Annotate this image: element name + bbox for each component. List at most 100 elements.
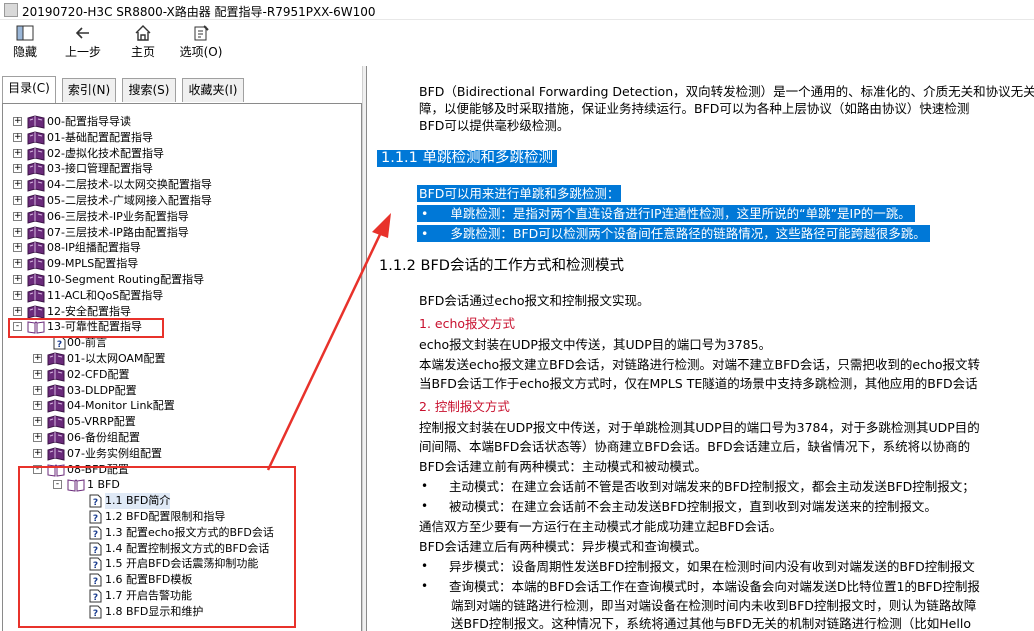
tab-contents[interactable]: 目录(C)	[2, 76, 56, 104]
book-icon	[27, 131, 45, 145]
expand-icon[interactable]: +	[13, 132, 22, 142]
para-4: 当BFD会话工作于echo报文方式时，仅在MPLS TE隧道的场景中支持多跳检测…	[419, 376, 978, 391]
window-title: 20190720-H3C SR8800-X路由器 配置指导-R7951PXX-6…	[22, 5, 376, 19]
back-arrow-icon	[58, 23, 108, 45]
tree-item-label: 01-基础配置配置指导	[47, 130, 153, 144]
expand-icon[interactable]: +	[13, 243, 22, 253]
expand-icon[interactable]: +	[13, 259, 22, 269]
expand-icon[interactable]: +	[13, 275, 22, 284]
expand-icon[interactable]: +	[33, 369, 42, 379]
expand-icon[interactable]: +	[33, 385, 42, 395]
tab-favorites[interactable]: 收藏夹(I)	[182, 78, 244, 102]
tree-item-label: 06-三层技术-IP业务配置指导	[47, 209, 189, 223]
book-icon	[47, 399, 65, 414]
book-icon	[27, 257, 45, 271]
expand-icon[interactable]: +	[13, 211, 22, 221]
expand-icon[interactable]: +	[13, 196, 22, 205]
tree-item-label: 02-CFD配置	[67, 367, 130, 381]
book-icon	[27, 289, 45, 303]
tree-item-label: 04-Monitor Link配置	[67, 399, 175, 413]
tree-item-label: 07-业务实例组配置	[67, 446, 162, 460]
nav-tabs: 目录(C) 索引(N) 搜索(S) 收藏夹(I)	[0, 74, 360, 104]
book-icon	[27, 147, 45, 161]
book-icon	[27, 305, 45, 319]
intro-line-3: BFD可以提供毫秒级检测。	[419, 118, 570, 133]
intro-line-1: BFD（Bidirectional Forwarding Detection，双…	[419, 84, 1034, 99]
book-icon	[47, 368, 65, 382]
book-icon	[27, 273, 45, 287]
bullet-demand-mode-line-3: 送BFD控制报文。这种情况下，系统将通过其他与BFD无关的机制对链路进行检测（比…	[451, 616, 971, 631]
para-8: 通信双方至少要有一方运行在主动模式才能成功建立起BFD会话。	[419, 519, 782, 534]
book-icon	[47, 384, 65, 398]
book-icon	[47, 352, 65, 366]
tab-search[interactable]: 搜索(S)	[122, 78, 176, 102]
expand-icon[interactable]: +	[33, 354, 42, 363]
para-2: echo报文封装在UDP报文中传送，其UDP目的端口号为3785。	[419, 337, 772, 352]
bullet-async-mode: 异步模式：设备周期性发送BFD控制报文，如果在检测时间内没有收到对端发送的BFD…	[449, 559, 975, 574]
bullet-mark: •	[421, 206, 429, 221]
expand-icon[interactable]: +	[13, 290, 22, 300]
help-topic-icon: ?	[53, 336, 66, 350]
tree-item-label: 08-IP组播配置指导	[47, 241, 141, 255]
tree-item-label: 02-虚拟化技术配置指导	[47, 146, 164, 160]
bullet-mark: •	[421, 226, 429, 241]
expand-icon[interactable]: +	[13, 227, 22, 237]
subheading-echo: 1. echo报文方式	[419, 316, 516, 331]
tree-item-label: 00-配置指导导读	[47, 115, 131, 128]
expand-icon[interactable]: +	[13, 148, 22, 158]
tab-index[interactable]: 索引(N)	[62, 78, 116, 102]
toolbar: 隐藏 上一步 主页 选项(O)	[0, 20, 1034, 66]
hide-pane-icon	[0, 23, 50, 45]
tree-item-label: 10-Segment Routing配置指导	[47, 273, 205, 286]
heading-1-1-1: 1.1.1 单跳检测和多跳检测	[377, 150, 558, 167]
tree-item-label: 07-三层技术-IP路由配置指导	[47, 225, 189, 239]
tree-item-label: 05-VRRP配置	[67, 415, 136, 429]
tree-item-label: 04-二层技术-以太网交换配置指导	[47, 178, 212, 192]
para-1: BFD会话通过echo报文和控制报文实现。	[419, 293, 650, 308]
bullet-demand-mode-line-2: 端到对端的链路进行检测，即当对端设备在检测时间内未收到BFD控制报文时，则认为链…	[451, 598, 977, 613]
para-7: BFD会话建立前有两种模式：主动模式和被动模式。	[419, 459, 707, 474]
selected-line: BFD可以用来进行单跳和多跳检测：	[417, 185, 622, 202]
book-icon	[47, 415, 65, 429]
tree-item-label: 09-MPLS配置指导	[47, 257, 139, 271]
intro-line-2: 障，以便能够及时采取措施，保证业务持续运行。BFD可以为各种上层协议（如路由协议…	[419, 101, 970, 116]
book-icon	[27, 194, 45, 208]
tree-item-label: 03-接口管理配置指导	[47, 162, 153, 176]
app-icon	[4, 3, 18, 17]
para-6: 间间隔、本端BFD会话状态等）协商建立BFD会话。BFD会话建立后，缺省情况下，…	[419, 439, 971, 454]
expand-icon[interactable]: +	[13, 164, 22, 174]
tree-item-label: 05-二层技术-广域网接入配置指导	[47, 194, 212, 207]
svg-text:?: ?	[57, 340, 62, 350]
expand-icon[interactable]: +	[33, 448, 42, 458]
content-pane[interactable]: BFD（Bidirectional Forwarding Detection，双…	[366, 66, 1034, 631]
back-button[interactable]: 上一步	[58, 23, 108, 65]
book-icon	[27, 162, 45, 177]
bullet-passive-mode: 被动模式：在建立会话前不会主动发送BFD控制报文，直到收到对端发送来的控制报文。	[449, 499, 937, 514]
tree-item-label: 03-DLDP配置	[67, 383, 137, 397]
expand-icon[interactable]: +	[33, 401, 42, 411]
annotation-box-bfd	[18, 466, 296, 628]
tree-item-label: 06-备份组配置	[67, 431, 140, 444]
expand-icon[interactable]: +	[33, 417, 42, 427]
subheading-control: 2. 控制报文方式	[419, 399, 510, 414]
heading-1-1-2: 1.1.2 BFD会话的工作方式和检测模式	[379, 258, 624, 274]
expand-icon[interactable]: +	[33, 433, 42, 442]
bullet-mark: •	[421, 499, 429, 513]
para-3: 本端发送echo报文建立BFD会话，对链路进行检测。对端不建立BFD会话，只需把…	[419, 357, 981, 372]
bullet-mark: •	[421, 479, 429, 493]
tree-item-label: 11-ACL和QoS配置指导	[47, 288, 164, 302]
options-icon	[176, 23, 226, 45]
expand-icon[interactable]: +	[13, 306, 22, 316]
selected-bullet-1: • 单跳检测：是指对两个直连设备进行IP连通性检测，这里所说的“单跳”是IP的一跳…	[417, 205, 915, 222]
book-icon	[27, 226, 45, 240]
bullet-demand-mode: 查询模式：本端的BFD会话工作在查询模式时，本端设备会向对端发送D比特位置1的B…	[449, 579, 980, 594]
bullet-active-mode: 主动模式：在建立会话前不管是否收到对端发来的BFD控制报文，都会主动发送BFD控…	[449, 479, 975, 494]
book-icon	[27, 178, 45, 192]
options-button[interactable]: 选项(O)	[176, 23, 226, 65]
expand-icon[interactable]: +	[13, 117, 22, 126]
hide-button[interactable]: 隐藏	[0, 23, 50, 65]
home-button[interactable]: 主页	[118, 23, 168, 65]
book-icon	[27, 210, 45, 224]
tree-item-label: 01-以太网OAM配置	[67, 352, 166, 365]
expand-icon[interactable]: +	[13, 180, 22, 190]
